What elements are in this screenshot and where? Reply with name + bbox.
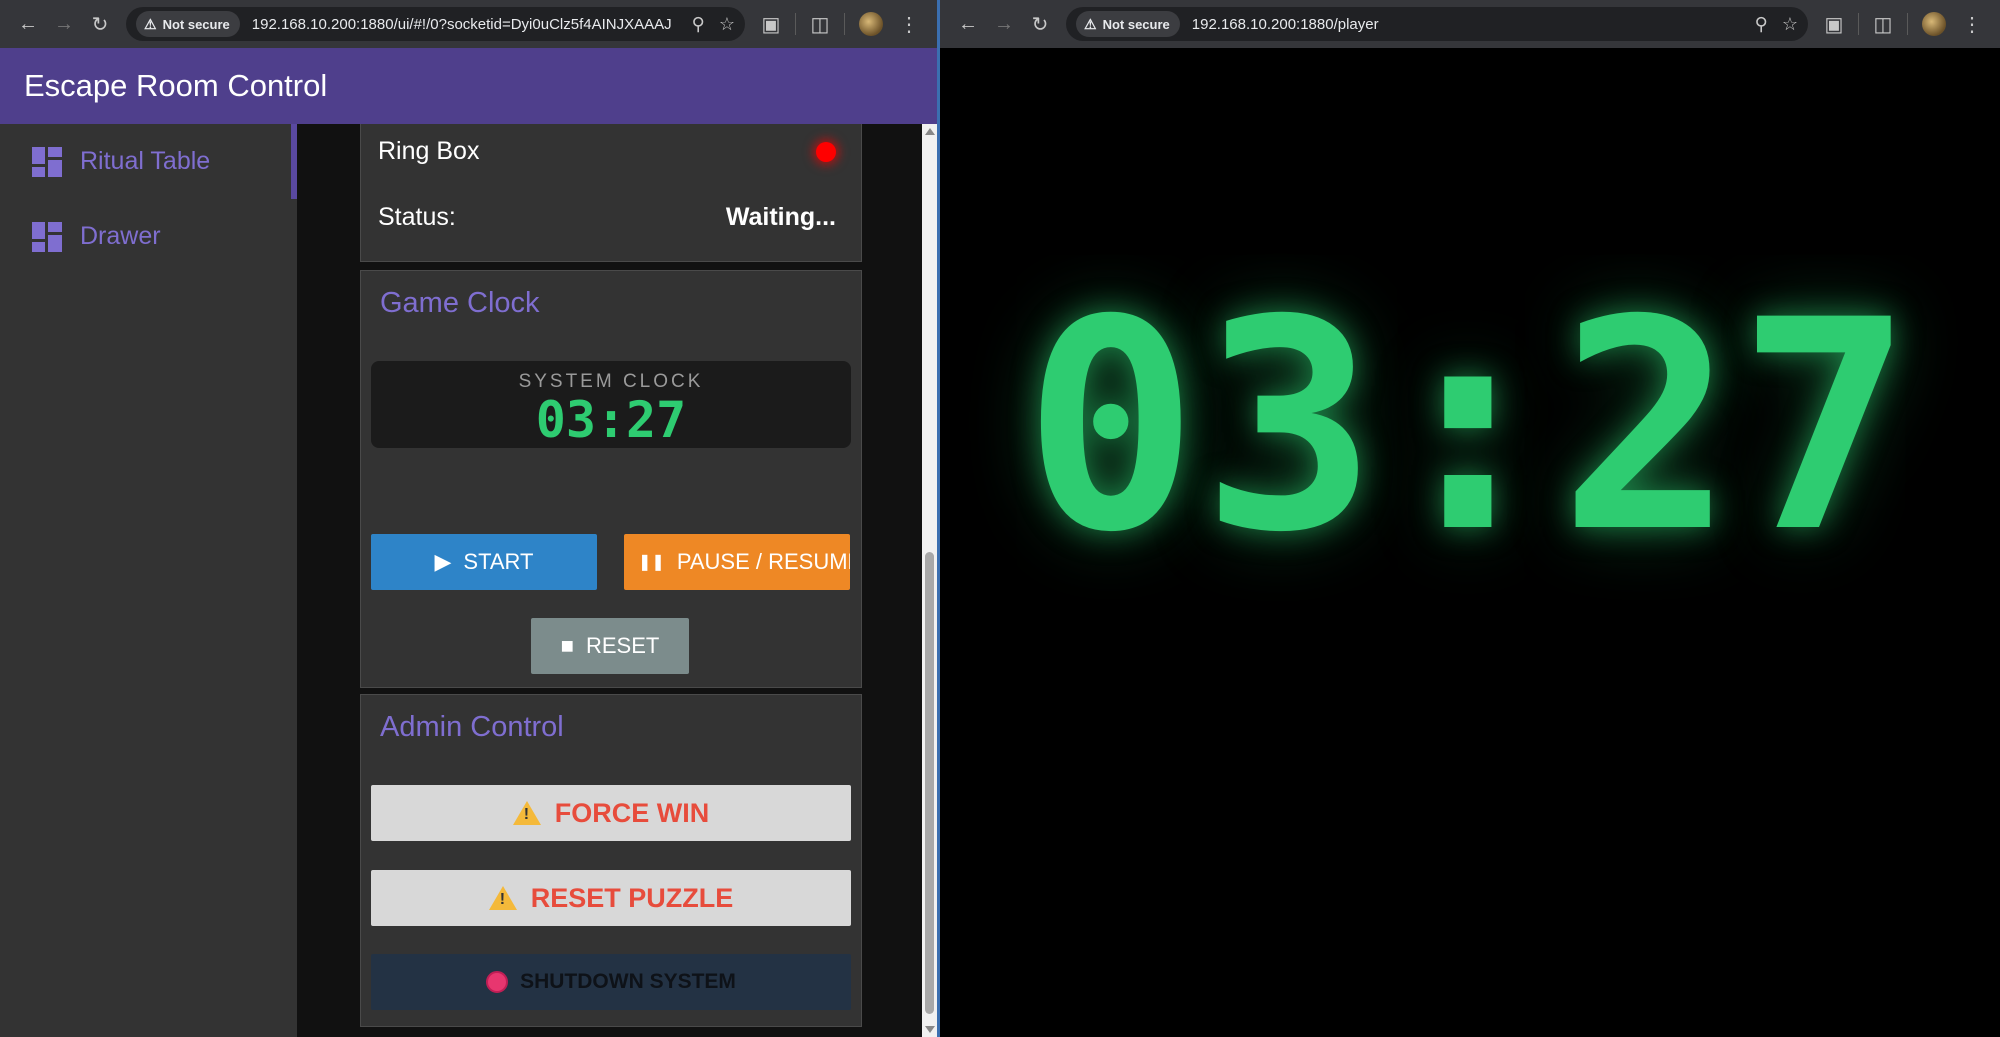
profile-avatar[interactable] bbox=[859, 12, 883, 36]
bookmark-star-icon[interactable]: ☆ bbox=[1782, 14, 1798, 35]
sidebar-item-drawer[interactable]: Drawer bbox=[0, 199, 297, 274]
url-text[interactable]: 192.168.10.200:1880/player bbox=[1192, 16, 1741, 33]
security-chip[interactable]: ⚠ Not secure bbox=[136, 11, 240, 37]
extensions-icon[interactable]: ▣ bbox=[1816, 6, 1852, 42]
profile-avatar[interactable] bbox=[1922, 12, 1946, 36]
dashboard-icon bbox=[32, 146, 62, 177]
pause-resume-label: PAUSE / RESUME bbox=[676, 549, 850, 574]
main-content: Ring Box Status: Waiting... Game Clock S… bbox=[297, 124, 922, 1037]
media-router-icon[interactable]: ◫ bbox=[1865, 6, 1901, 42]
bookmark-star-icon[interactable]: ☆ bbox=[719, 14, 735, 35]
start-button[interactable]: ▶ START bbox=[371, 534, 597, 590]
warning-icon bbox=[512, 801, 541, 825]
scroll-up-icon[interactable] bbox=[925, 128, 935, 135]
reset-button[interactable]: ■ RESET bbox=[531, 618, 689, 674]
toolbar-separator bbox=[1858, 13, 1859, 35]
zoom-icon[interactable]: ⚲ bbox=[692, 14, 705, 35]
sidebar-item-label: Ritual Table bbox=[80, 147, 211, 175]
system-clock-label: SYSTEM CLOCK bbox=[518, 371, 704, 392]
system-clock-display: SYSTEM CLOCK 03:27 bbox=[371, 361, 851, 448]
game-clock-title: Game Clock bbox=[380, 287, 540, 319]
shutdown-system-button[interactable]: SHUTDOWN SYSTEM bbox=[371, 954, 851, 1010]
sidebar-item-ritual-table[interactable]: Ritual Table bbox=[0, 124, 297, 199]
play-icon: ▶ bbox=[434, 549, 452, 574]
toolbar-separator bbox=[795, 13, 796, 35]
stop-icon: ■ bbox=[560, 633, 574, 658]
app-title: Escape Room Control bbox=[24, 68, 328, 103]
status-value: Waiting... bbox=[725, 203, 836, 231]
sidebar: Ritual Table Drawer bbox=[0, 124, 297, 1037]
toolbar-separator bbox=[1907, 13, 1908, 35]
address-bar[interactable]: ⚠ Not secure 192.168.10.200:1880/player … bbox=[1066, 7, 1808, 41]
scroll-down-icon[interactable] bbox=[925, 1026, 935, 1033]
scrollbar-thumb[interactable] bbox=[925, 552, 934, 1014]
security-label: Not secure bbox=[1102, 16, 1170, 32]
dashboard-browser-window: ← → ↻ ⚠ Not secure 192.168.10.200:1880/u… bbox=[0, 0, 937, 1037]
app-header: Escape Room Control bbox=[0, 48, 937, 124]
pause-resume-button[interactable]: ❚❚ PAUSE / RESUME bbox=[624, 534, 850, 590]
security-label: Not secure bbox=[162, 16, 230, 32]
start-label: START bbox=[463, 549, 534, 574]
pause-icon: ❚❚ bbox=[638, 554, 665, 571]
address-bar[interactable]: ⚠ Not secure 192.168.10.200:1880/ui/#!/0… bbox=[126, 7, 745, 41]
toolbar-separator bbox=[844, 13, 845, 35]
status-label: Status: bbox=[378, 203, 456, 231]
power-dot-icon bbox=[486, 971, 509, 993]
forward-icon[interactable]: → bbox=[46, 6, 82, 42]
game-clock-card: Game Clock SYSTEM CLOCK 03:27 ▶ START ❚❚… bbox=[360, 270, 862, 688]
warning-icon: ⚠ bbox=[144, 15, 157, 32]
reset-puzzle-label: RESET PUZZLE bbox=[530, 882, 734, 913]
reset-label: RESET bbox=[585, 633, 660, 658]
admin-control-title: Admin Control bbox=[380, 711, 564, 743]
reload-icon[interactable]: ↻ bbox=[82, 6, 118, 42]
media-router-icon[interactable]: ◫ bbox=[802, 6, 838, 42]
admin-control-card: Admin Control FORCE WIN RESET PUZZLE SHU… bbox=[360, 694, 862, 1027]
menu-kebab-icon[interactable]: ⋮ bbox=[891, 6, 927, 42]
zoom-icon[interactable]: ⚲ bbox=[1755, 14, 1768, 35]
force-win-button[interactable]: FORCE WIN bbox=[371, 785, 851, 841]
security-chip[interactable]: ⚠ Not secure bbox=[1076, 11, 1180, 37]
warning-icon bbox=[488, 886, 517, 910]
ring-box-indicator bbox=[816, 142, 836, 162]
menu-kebab-icon[interactable]: ⋮ bbox=[1954, 6, 1990, 42]
player-display: 03:27 bbox=[940, 48, 2000, 1037]
browser-toolbar: ← → ↻ ⚠ Not secure 192.168.10.200:1880/u… bbox=[0, 0, 937, 48]
url-text[interactable]: 192.168.10.200:1880/ui/#!/0?socketid=Dyi… bbox=[252, 16, 678, 33]
page-scrollbar[interactable] bbox=[922, 124, 937, 1037]
sidebar-item-label: Drawer bbox=[80, 222, 161, 250]
player-countdown-time: 03:27 bbox=[1023, 259, 1917, 596]
back-icon[interactable]: ← bbox=[10, 6, 46, 42]
reload-icon[interactable]: ↻ bbox=[1022, 6, 1058, 42]
player-browser-window: ← → ↻ ⚠ Not secure 192.168.10.200:1880/p… bbox=[940, 0, 2000, 1037]
warning-icon: ⚠ bbox=[1084, 15, 1097, 32]
shutdown-label: SHUTDOWN SYSTEM bbox=[520, 970, 736, 993]
dashboard-icon bbox=[32, 221, 62, 252]
extensions-icon[interactable]: ▣ bbox=[753, 6, 789, 42]
browser-toolbar: ← → ↻ ⚠ Not secure 192.168.10.200:1880/p… bbox=[940, 0, 2000, 48]
ring-box-card: Ring Box Status: Waiting... bbox=[360, 124, 862, 262]
force-win-label: FORCE WIN bbox=[554, 797, 710, 828]
reset-puzzle-button[interactable]: RESET PUZZLE bbox=[371, 870, 851, 926]
system-clock-time: 03:27 bbox=[535, 391, 687, 449]
back-icon[interactable]: ← bbox=[950, 6, 986, 42]
forward-icon[interactable]: → bbox=[986, 6, 1022, 42]
ring-box-title: Ring Box bbox=[378, 137, 480, 165]
